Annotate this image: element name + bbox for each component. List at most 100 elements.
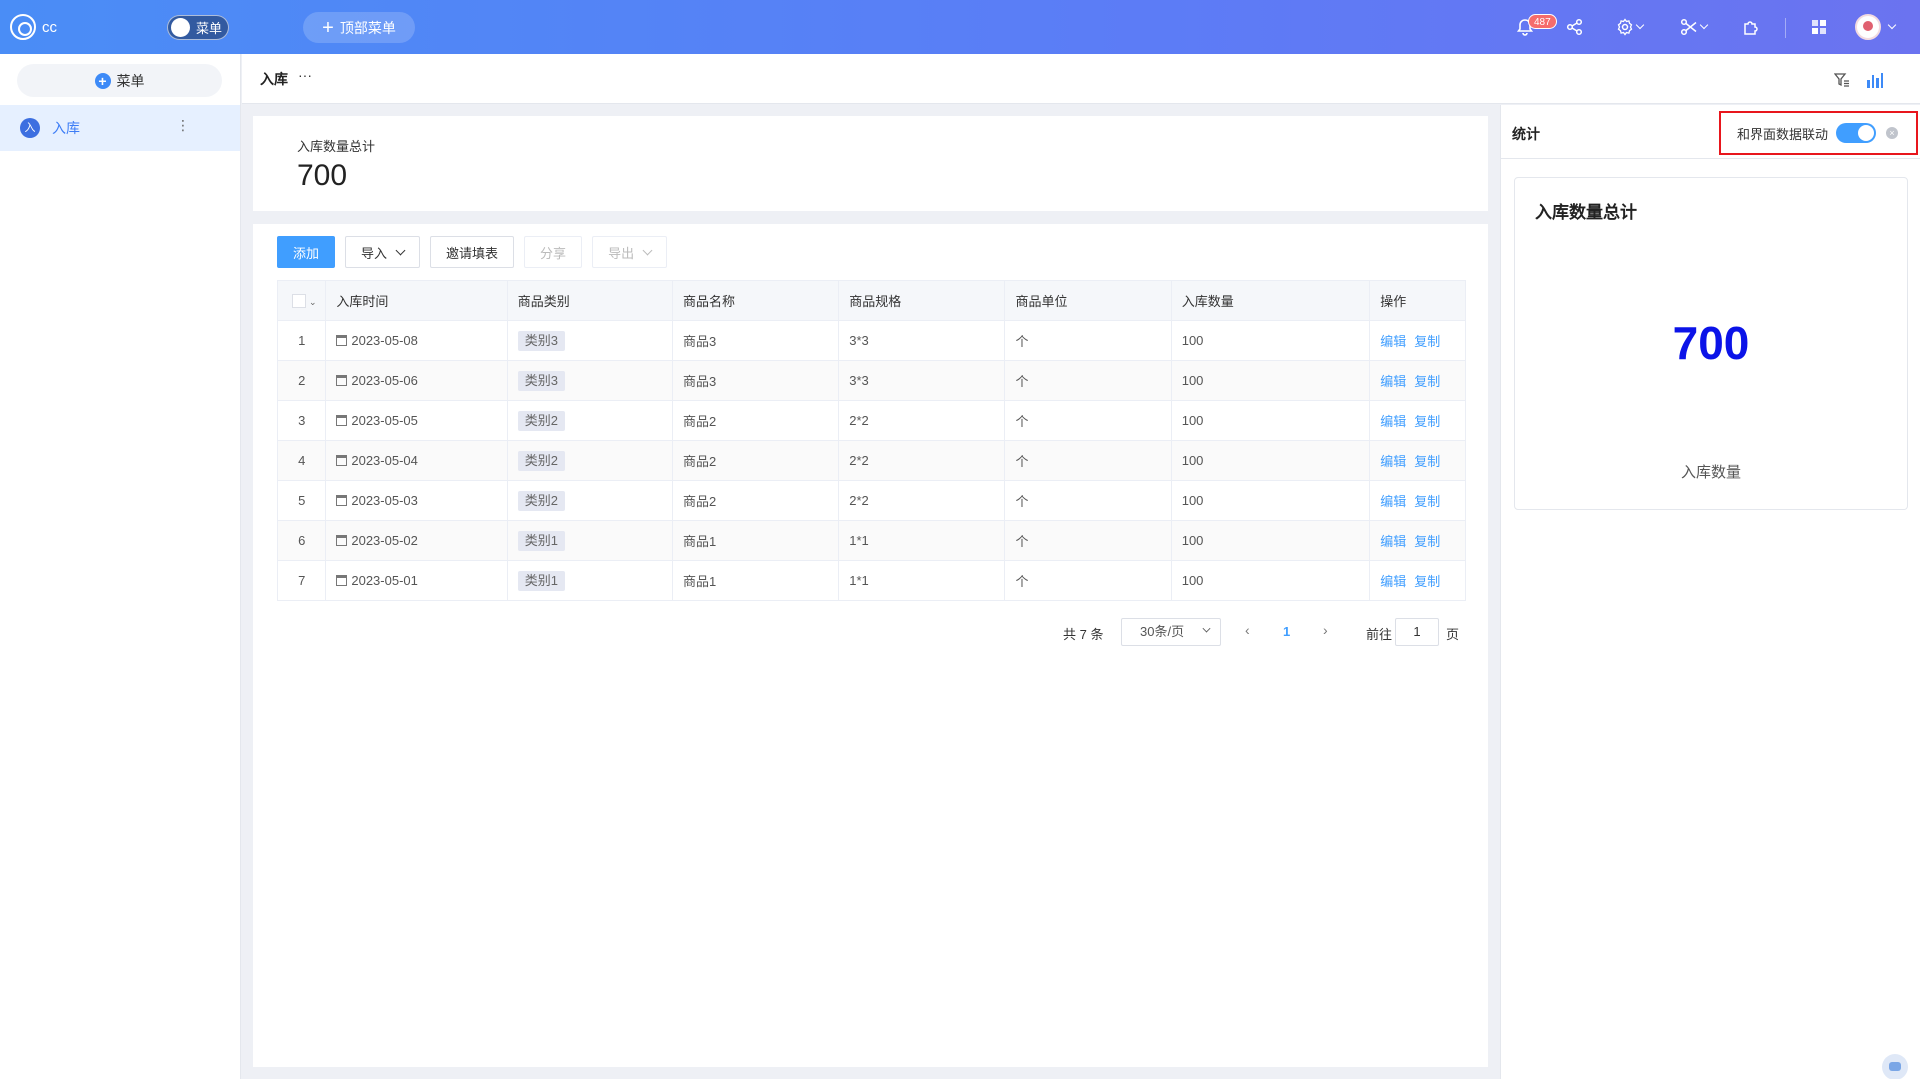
copy-link[interactable]: 复制 [1414,534,1440,549]
tools-dropdown[interactable] [1676,15,1710,39]
column-header[interactable]: 商品单位 [1004,280,1172,321]
copy-link[interactable]: 复制 [1414,454,1440,469]
unit-cell: 个 [1004,520,1172,561]
invite-fill-button[interactable]: 邀请填表 [430,236,515,268]
table-toolbar: 添加 导入 邀请填表 分享 导出 [277,236,668,268]
data-linkage-control: 和界面数据联动 × [1719,111,1918,155]
date-cell: 2023-05-08 [325,320,508,361]
apps-grid-icon[interactable] [1806,15,1832,39]
date-value: 2023-05-02 [351,533,418,548]
column-header: 操作 [1369,280,1466,321]
bar-chart-icon[interactable] [1867,72,1883,88]
page-size-value: 30条/页 [1140,624,1185,639]
table-row[interactable]: 7 2023-05-01 类别1 商品1 1*1 个 100 编辑 复制 [276,560,1466,601]
current-page[interactable]: 1 [1283,624,1290,639]
copy-link[interactable]: 复制 [1414,374,1440,389]
row-index: 6 [276,520,327,561]
actions-cell: 编辑 复制 [1369,320,1466,361]
page-more-icon[interactable]: ··· [298,67,312,83]
stat-card-value: 700 [1672,317,1750,369]
column-header[interactable]: 商品类别 [506,280,673,321]
settings-dropdown[interactable] [1612,15,1646,39]
stat-card: 入库数量总计 700 入库数量 [1514,177,1908,510]
date-value: 2023-05-06 [351,373,418,388]
category-cell: 类别3 [506,360,673,401]
date-value: 2023-05-04 [351,453,418,468]
row-index: 7 [276,560,327,601]
sidebar-item-inbound[interactable]: 入 入库 ⋮ [0,105,240,151]
page-title: 入库 [260,71,288,87]
table-row[interactable]: 6 2023-05-02 类别1 商品1 1*1 个 100 编辑 复制 [276,520,1466,561]
stats-panel: 统计 和界面数据联动 × 入库数量总计 700 入库数量 [1500,105,1920,1079]
edit-link[interactable]: 编辑 [1380,494,1406,509]
edit-link[interactable]: 编辑 [1380,374,1406,389]
more-vertical-icon[interactable]: ⋮ [176,117,190,134]
import-button[interactable]: 导入 [345,236,421,268]
actions-cell: 编辑 复制 [1369,440,1466,481]
table-row[interactable]: 2 2023-05-06 类别3 商品3 3*3 个 100 编辑 复制 [276,360,1466,401]
table-row[interactable]: 5 2023-05-03 类别2 商品2 2*2 个 100 编辑 复制 [276,480,1466,521]
close-icon[interactable]: × [1886,127,1899,139]
column-header[interactable]: 商品规格 [838,280,1006,321]
date-value: 2023-05-08 [351,333,418,348]
stat-card-title: 入库数量总计 [1535,203,1637,222]
page-size-select[interactable]: 30条/页 [1121,618,1221,646]
goto-page-input[interactable]: 1 [1395,618,1439,646]
sidebar-add-menu-button[interactable]: + 菜单 [17,64,222,97]
name-cell: 商品3 [671,360,840,401]
user-avatar[interactable] [1855,14,1881,40]
column-header[interactable]: 入库数量 [1170,280,1371,321]
table-row[interactable]: 3 2023-05-05 类别2 商品2 2*2 个 100 编辑 复制 [276,400,1466,441]
menu-toggle[interactable]: 菜单 [167,15,229,40]
name-cell: 商品1 [671,520,840,561]
select-all-header[interactable]: ⌄ [276,280,327,321]
prev-page-icon[interactable]: ‹ [1245,622,1250,638]
plugin-icon[interactable] [1738,15,1764,39]
spec-cell: 1*1 [838,520,1006,561]
spec-cell: 3*3 [838,360,1006,401]
category-tag: 类别3 [517,330,565,351]
edit-link[interactable]: 编辑 [1380,534,1406,549]
spec-cell: 2*2 [838,440,1006,481]
table-row[interactable]: 4 2023-05-04 类别2 商品2 2*2 个 100 编辑 复制 [276,440,1466,481]
copy-link[interactable]: 复制 [1414,494,1440,509]
unit-cell: 个 [1004,560,1172,601]
edit-link[interactable]: 编辑 [1380,334,1406,349]
category-tag: 类别3 [517,370,565,391]
stat-card-label: 入库数量 [1680,464,1741,481]
select-all-checkbox[interactable] [292,294,306,309]
copy-link[interactable]: 复制 [1414,334,1440,349]
next-page-icon[interactable]: › [1323,622,1328,638]
column-header[interactable]: 商品名称 [671,280,840,321]
column-header[interactable]: 入库时间 [325,280,508,321]
chat-help-icon[interactable] [1882,1054,1908,1079]
edit-link[interactable]: 编辑 [1380,574,1406,589]
actions-cell: 编辑 复制 [1369,560,1466,601]
topbar-divider [1785,18,1786,38]
linkage-switch[interactable] [1836,123,1877,143]
top-menu-button[interactable]: + 顶部菜单 [303,12,415,43]
share-button[interactable]: 分享 [524,236,583,268]
stats-divider [1501,158,1920,159]
export-button[interactable]: 导出 [592,236,668,268]
qty-cell: 100 [1170,560,1371,601]
avatar-chevron-down-icon[interactable] [1883,15,1897,39]
stats-title: 统计 [1512,126,1540,142]
summary-label: 入库数量总计 [297,139,376,154]
copy-link[interactable]: 复制 [1414,574,1440,589]
sidebar-item-label: 入库 [52,120,80,136]
data-table-panel: 添加 导入 邀请填表 分享 导出 ⌄ 入库时间 商品类别 商品名称 商品规格 商… [253,224,1488,1067]
add-button[interactable]: 添加 [277,236,336,268]
category-cell: 类别1 [506,520,673,561]
row-index: 3 [276,400,327,441]
filter-icon[interactable] [1833,72,1850,88]
app-name: cc [42,18,57,36]
logo-icon [10,14,36,40]
copy-link[interactable]: 复制 [1414,414,1440,429]
app-logo[interactable]: cc [10,14,57,40]
edit-link[interactable]: 编辑 [1380,454,1406,469]
actions-cell: 编辑 复制 [1369,520,1466,561]
share-icon[interactable] [1562,15,1588,39]
table-row[interactable]: 1 2023-05-08 类别3 商品3 3*3 个 100 编辑 复制 [276,320,1466,361]
edit-link[interactable]: 编辑 [1380,414,1406,429]
